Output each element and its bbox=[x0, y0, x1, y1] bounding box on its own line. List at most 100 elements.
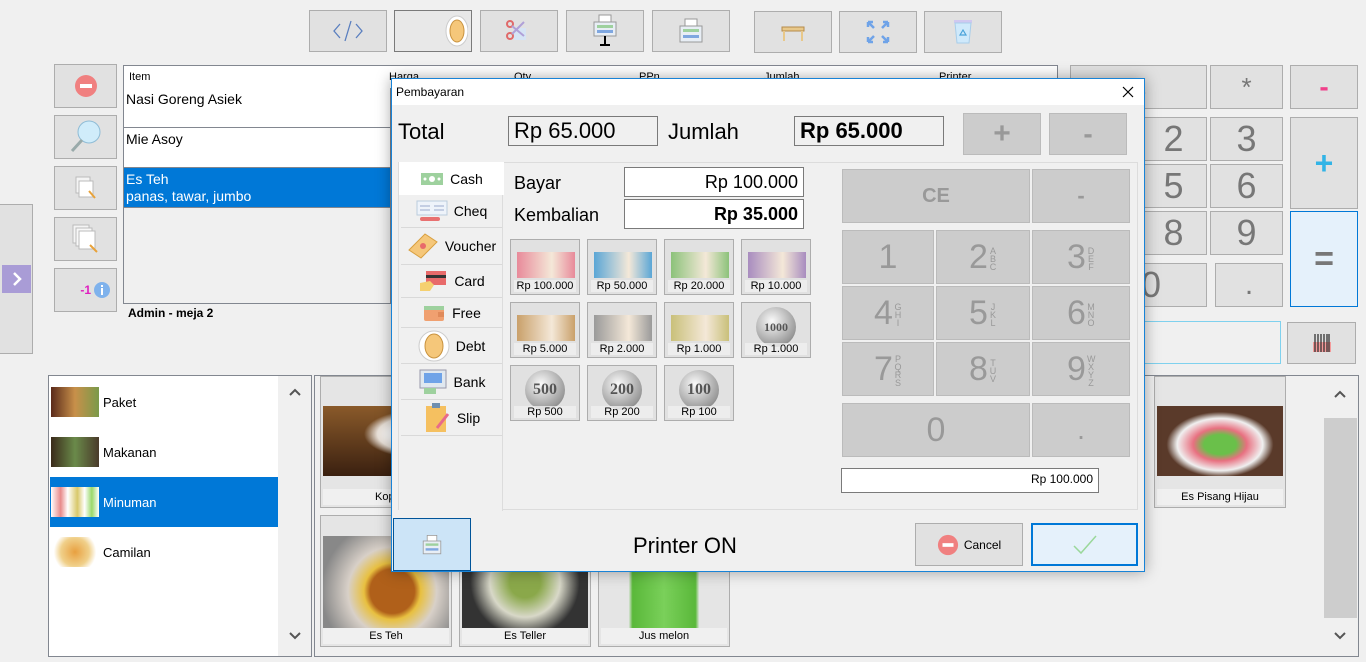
order-row-selected[interactable]: Es Teh panas, tawar, jumbo bbox=[124, 168, 390, 208]
denomination-button[interactable]: Rp 10.000 bbox=[741, 239, 811, 295]
keypad-4[interactable]: 4 GHI bbox=[842, 286, 934, 340]
barcode-input[interactable] bbox=[1140, 321, 1281, 364]
denomination-button[interactable]: 1000 Rp 1.000 bbox=[741, 302, 811, 358]
keypad-8[interactable]: 8 TUV bbox=[936, 342, 1030, 396]
denomination-label: Rp 2.000 bbox=[591, 343, 653, 355]
banknote-icon bbox=[517, 315, 575, 341]
category-item-camilan[interactable]: Camilan bbox=[50, 527, 278, 577]
order-row[interactable]: Nasi Goreng Asiek bbox=[124, 88, 390, 128]
keypad-5[interactable]: 5 JKL bbox=[936, 286, 1030, 340]
product-tile[interactable]: Es Pisang Hijau bbox=[1154, 376, 1286, 508]
denomination-button[interactable]: Rp 5.000 bbox=[510, 302, 580, 358]
method-tab-voucher[interactable]: Voucher bbox=[401, 228, 502, 265]
code-button[interactable] bbox=[309, 10, 387, 52]
scroll-up-icon[interactable] bbox=[289, 388, 301, 396]
calc-key-0[interactable]: 0 bbox=[1140, 263, 1207, 307]
calc-key-label: * bbox=[1241, 71, 1252, 102]
remove-item-button[interactable] bbox=[54, 64, 117, 108]
banknote-icon bbox=[594, 315, 652, 341]
cancel-button[interactable]: Cancel bbox=[915, 523, 1023, 566]
print-button[interactable] bbox=[652, 10, 730, 52]
method-tab-card[interactable]: Card bbox=[401, 265, 502, 298]
product-scrollbar[interactable] bbox=[1323, 376, 1358, 656]
method-label: Cheq bbox=[453, 203, 488, 219]
customer-button[interactable] bbox=[394, 10, 472, 52]
method-tab-cheq[interactable]: Cheq bbox=[401, 195, 502, 228]
barcode-scan-button[interactable] bbox=[1287, 322, 1356, 364]
calc-key-minus[interactable]: - bbox=[1290, 65, 1358, 109]
edit-all-notes-button[interactable] bbox=[54, 217, 117, 261]
total-label: Total bbox=[398, 119, 445, 144]
column-header-item[interactable]: Item bbox=[129, 71, 150, 83]
keypad-1[interactable]: 1 bbox=[842, 230, 934, 284]
keypad-6[interactable]: 6 MNO bbox=[1032, 286, 1130, 340]
table-icon bbox=[781, 26, 805, 41]
recycle-bin-icon bbox=[954, 20, 972, 44]
keypad-3[interactable]: 3 DEF bbox=[1032, 230, 1130, 284]
keypad-dot[interactable]: . bbox=[1032, 403, 1130, 457]
close-icon[interactable] bbox=[1122, 86, 1134, 98]
calc-key-9[interactable]: 9 bbox=[1210, 211, 1283, 255]
category-item-paket[interactable]: Paket bbox=[50, 377, 278, 427]
decrease-button[interactable]: - bbox=[1049, 113, 1127, 155]
calc-key-label: 6 bbox=[1236, 165, 1257, 206]
printer-toggle-button[interactable] bbox=[393, 518, 471, 571]
calc-key-8[interactable]: 8 bbox=[1140, 211, 1207, 255]
table-button[interactable] bbox=[754, 11, 832, 53]
denomination-button[interactable]: Rp 20.000 bbox=[664, 239, 734, 295]
denomination-button[interactable]: Rp 1.000 bbox=[664, 302, 734, 358]
method-tab-cash[interactable]: Cash bbox=[399, 162, 504, 195]
denomination-label: Rp 5.000 bbox=[514, 343, 576, 355]
keypad-ce[interactable]: CE bbox=[842, 169, 1030, 223]
calc-key-equals[interactable]: = bbox=[1290, 211, 1358, 307]
category-scrollbar[interactable] bbox=[278, 376, 311, 656]
bayar-input[interactable]: Rp 100.000 bbox=[624, 167, 804, 197]
increase-button[interactable]: + bbox=[963, 113, 1041, 155]
recycle-button[interactable] bbox=[924, 11, 1002, 53]
denomination-button[interactable]: 200 Rp 200 bbox=[587, 365, 657, 421]
scroll-down-icon[interactable] bbox=[1334, 632, 1346, 640]
keypad-2[interactable]: 2 ABC bbox=[936, 230, 1030, 284]
denomination-button[interactable]: Rp 50.000 bbox=[587, 239, 657, 295]
scrollbar-thumb[interactable] bbox=[1324, 418, 1357, 618]
confirm-button[interactable] bbox=[1031, 523, 1138, 566]
calc-key-3[interactable]: 3 bbox=[1210, 117, 1283, 161]
calc-key-multiply[interactable]: * bbox=[1210, 65, 1283, 109]
method-tab-bank[interactable]: Bank bbox=[401, 364, 502, 400]
keypad-minus[interactable]: - bbox=[1032, 169, 1130, 223]
quantity-adjust-button[interactable]: -1 bbox=[54, 268, 117, 312]
category-item-minuman[interactable]: Minuman bbox=[50, 477, 278, 527]
calc-key-5[interactable]: 5 bbox=[1140, 164, 1207, 208]
keypad-letters: DEF bbox=[1087, 246, 1095, 272]
denomination-label: Rp 20.000 bbox=[668, 280, 730, 292]
plus-label: + bbox=[993, 117, 1011, 150]
keypad-7[interactable]: 7 PQRS bbox=[842, 342, 934, 396]
category-item-makanan[interactable]: Makanan bbox=[50, 427, 278, 477]
denomination-button[interactable]: 100 Rp 100 bbox=[664, 365, 734, 421]
denomination-button[interactable]: Rp 2.000 bbox=[587, 302, 657, 358]
denomination-label: Rp 10.000 bbox=[745, 280, 807, 292]
split-button[interactable] bbox=[480, 10, 558, 52]
expand-panel-button[interactable] bbox=[2, 265, 31, 293]
fullscreen-button[interactable] bbox=[839, 11, 917, 53]
edit-note-button[interactable] bbox=[54, 166, 117, 210]
keypad-9[interactable]: 9 WXYZ bbox=[1032, 342, 1130, 396]
search-button[interactable] bbox=[54, 115, 117, 159]
category-label: Makanan bbox=[103, 444, 157, 460]
keypad-0[interactable]: 0 bbox=[842, 403, 1030, 457]
method-tab-slip[interactable]: Slip bbox=[401, 400, 502, 436]
network-printer-button[interactable] bbox=[566, 10, 644, 52]
denomination-button[interactable]: 500 Rp 500 bbox=[510, 365, 580, 421]
scroll-up-icon[interactable] bbox=[1334, 390, 1346, 398]
calc-key-2[interactable]: 2 bbox=[1140, 117, 1207, 161]
method-label: Slip bbox=[456, 409, 481, 426]
denomination-button[interactable]: Rp 100.000 bbox=[510, 239, 580, 295]
order-row[interactable]: Mie Asoy bbox=[124, 128, 390, 168]
calc-key-6[interactable]: 6 bbox=[1210, 164, 1283, 208]
method-tab-free[interactable]: Free bbox=[401, 298, 502, 328]
scroll-down-icon[interactable] bbox=[289, 632, 301, 640]
order-item-name: Nasi Goreng Asiek bbox=[126, 91, 242, 107]
calc-key-dot[interactable]: . bbox=[1215, 263, 1283, 307]
calc-key-plus[interactable]: + bbox=[1290, 117, 1358, 209]
method-tab-debt[interactable]: Debt bbox=[401, 328, 502, 364]
